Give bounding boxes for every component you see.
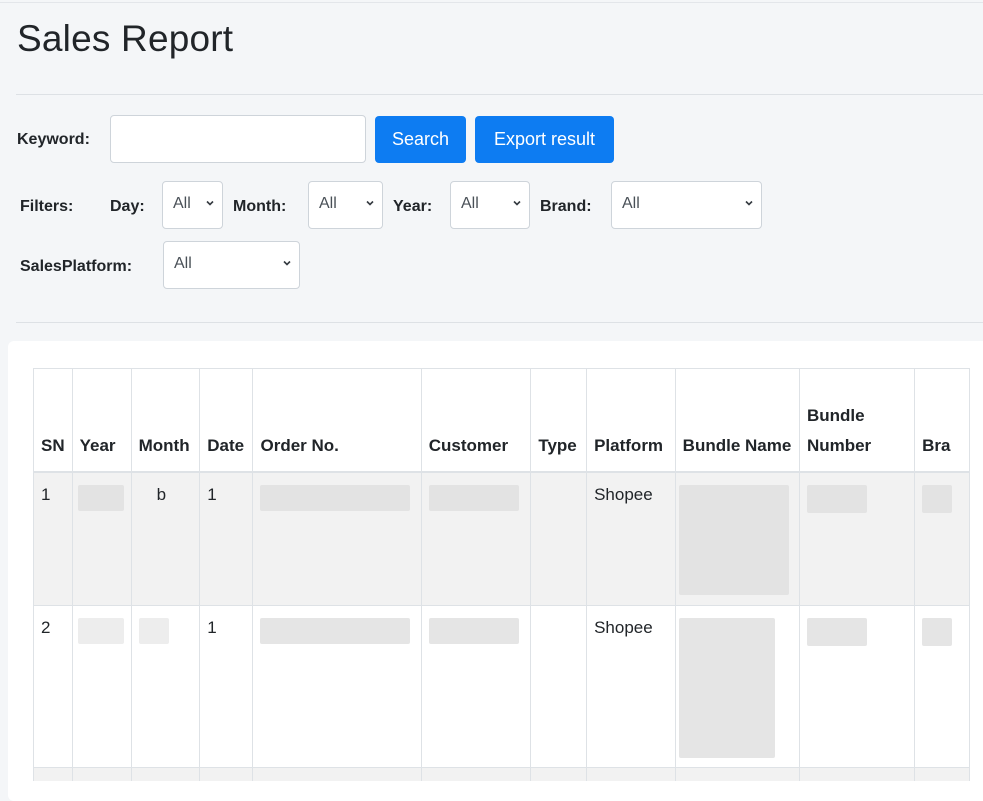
brand-label: Brand: (540, 198, 592, 215)
day-select[interactable]: All (162, 181, 223, 229)
month-select[interactable]: All (308, 181, 383, 229)
cell-type (530, 471, 588, 606)
sales-platform-select[interactable]: All (163, 241, 300, 289)
table-row[interactable]: 2 1 Shopee (33, 605, 970, 768)
cell-empty (530, 767, 588, 781)
cell-platform: Shopee (586, 471, 676, 606)
cell-sn: 1 (33, 471, 73, 606)
column-header[interactable]: Bundle Name (674, 368, 800, 473)
redacted-block (77, 484, 124, 511)
cell-date: 1 (199, 471, 254, 606)
table-row[interactable]: 1 b 1 Shopee (33, 471, 970, 606)
sales-platform-select-value: All (174, 255, 192, 272)
sales-platform-label: SalesPlatform: (20, 258, 133, 275)
brand-select-value: All (622, 195, 640, 212)
cell-year (71, 605, 132, 768)
cell-month-text: b (156, 484, 167, 504)
cell-empty (798, 767, 916, 781)
cell-empty (420, 767, 532, 781)
column-header[interactable]: Bra (914, 368, 970, 473)
redacted-block (922, 484, 953, 513)
cell-bundle-name (674, 471, 800, 606)
cell-empty (252, 767, 422, 781)
year-label: Year: (393, 198, 433, 215)
redacted-block (138, 618, 169, 644)
cell-customer (420, 471, 532, 606)
cell-empty (33, 767, 73, 781)
chevron-down-icon (366, 200, 374, 206)
filters-label: Filters: (20, 198, 74, 215)
cell-empty (914, 767, 970, 781)
column-header[interactable]: Type (530, 368, 588, 473)
cell-brand (914, 605, 970, 768)
cell-empty (586, 767, 676, 781)
cell-date: 1 (199, 605, 254, 768)
column-header[interactable]: Year (71, 368, 132, 473)
cell-empty (130, 767, 201, 781)
filters-divider (16, 322, 983, 323)
redacted-block (428, 484, 519, 511)
results-table-container[interactable]: SN Year Month Date Order No. Customer Ty… (33, 368, 970, 781)
keyword-input[interactable] (110, 115, 366, 163)
cell-year (71, 471, 132, 606)
top-divider (0, 2, 983, 3)
cell-month: b (130, 471, 201, 606)
export-result-button[interactable]: Export result (475, 116, 614, 163)
redacted-block (806, 484, 867, 513)
cell-empty (71, 767, 132, 781)
month-select-value: All (319, 195, 337, 212)
redacted-block (922, 618, 953, 646)
cell-bundle-number (798, 471, 916, 606)
column-header[interactable]: Order No. (252, 368, 422, 473)
column-header[interactable]: Bundle Number (798, 368, 916, 473)
column-header[interactable]: Customer (420, 368, 532, 473)
redacted-block (678, 618, 775, 758)
table-header-row: SN Year Month Date Order No. Customer Ty… (33, 368, 970, 473)
results-table: SN Year Month Date Order No. Customer Ty… (33, 368, 970, 781)
table-row[interactable] (33, 767, 970, 781)
cell-customer (420, 605, 532, 768)
chevron-down-icon (206, 200, 214, 206)
redacted-block (260, 618, 411, 644)
cell-empty (674, 767, 800, 781)
cell-empty (199, 767, 254, 781)
brand-select[interactable]: All (611, 181, 762, 229)
year-select-value: All (461, 195, 479, 212)
column-header[interactable]: SN (33, 368, 73, 473)
cell-sn: 2 (33, 605, 73, 768)
keyword-label: Keyword: (17, 131, 90, 148)
search-button[interactable]: Search (375, 116, 466, 163)
year-select[interactable]: All (450, 181, 530, 229)
cell-month (130, 605, 201, 768)
day-label: Day: (110, 198, 145, 215)
chevron-down-icon (283, 260, 291, 266)
page-title: Sales Report (17, 18, 234, 59)
cell-type (530, 605, 588, 768)
day-select-value: All (173, 195, 191, 212)
column-header[interactable]: Date (199, 368, 254, 473)
cell-platform: Shopee (586, 605, 676, 768)
cell-brand (914, 471, 970, 606)
column-header[interactable]: Month (130, 368, 201, 473)
header-divider (16, 94, 983, 95)
redacted-block (678, 484, 789, 595)
redacted-block (77, 618, 124, 644)
cell-order-no (252, 471, 422, 606)
redacted-block (260, 484, 411, 511)
cell-bundle-number (798, 605, 916, 768)
cell-order-no (252, 605, 422, 768)
redacted-block (428, 618, 519, 644)
redacted-block (806, 618, 867, 646)
column-header[interactable]: Platform (586, 368, 676, 473)
chevron-down-icon (745, 200, 753, 206)
month-label: Month: (233, 198, 287, 215)
cell-bundle-name (674, 605, 800, 768)
chevron-down-icon (513, 200, 521, 206)
